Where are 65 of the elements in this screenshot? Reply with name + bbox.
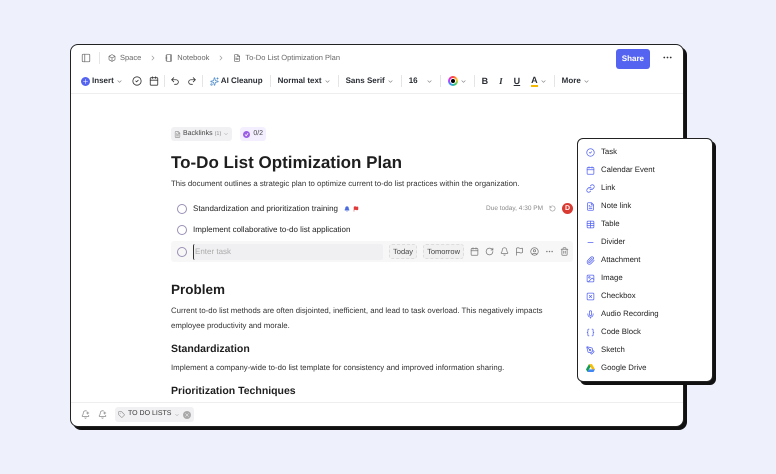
cube-icon xyxy=(108,54,116,62)
sparkle-icon xyxy=(210,76,219,86)
remove-icon[interactable] xyxy=(183,410,192,419)
more-dropdown[interactable]: More xyxy=(558,73,594,90)
caret-icon xyxy=(386,78,394,85)
pen-icon xyxy=(586,346,595,354)
bell-plus-icon[interactable] xyxy=(98,410,107,420)
bold-button[interactable]: B xyxy=(478,72,492,90)
flag-icon[interactable] xyxy=(515,247,524,256)
underline-button[interactable]: U xyxy=(510,72,524,90)
calendar-icon[interactable] xyxy=(148,76,159,86)
document-icon xyxy=(586,202,595,210)
caret-icon xyxy=(582,78,590,85)
undo-icon[interactable] xyxy=(170,76,180,86)
repeat-icon xyxy=(549,205,556,212)
caret-icon xyxy=(426,78,433,85)
text-style-dropdown[interactable]: Normal text xyxy=(274,73,335,90)
document-icon xyxy=(233,54,242,62)
task-label: Implement collaborative to-do list application xyxy=(193,224,350,236)
sidebar-toggle-icon[interactable] xyxy=(81,52,91,63)
ai-cleanup-button[interactable]: AI Cleanup xyxy=(206,73,267,90)
task-checkbox[interactable] xyxy=(177,224,187,235)
user-icon[interactable] xyxy=(530,247,539,256)
redo-icon[interactable] xyxy=(186,76,197,86)
repeat-icon[interactable] xyxy=(485,247,494,256)
check-circle-icon xyxy=(586,148,595,156)
braces-icon xyxy=(586,328,595,336)
task-input[interactable]: Enter task xyxy=(193,244,384,260)
check-circle-icon[interactable] xyxy=(132,76,142,86)
drive-icon xyxy=(586,364,595,372)
font-dropdown[interactable]: Sans Serif xyxy=(342,73,398,90)
bell-icon[interactable] xyxy=(500,247,509,256)
highlight-button[interactable]: A xyxy=(527,74,551,89)
tag-icon xyxy=(118,411,125,418)
caret-icon xyxy=(460,78,467,85)
notebook-icon xyxy=(165,54,174,62)
flag-icon xyxy=(352,206,359,212)
caret-icon xyxy=(174,412,180,418)
paperclip-icon xyxy=(586,256,595,264)
caret-icon xyxy=(223,131,230,138)
italic-button[interactable]: I xyxy=(495,72,507,90)
task-checkbox[interactable] xyxy=(177,246,187,257)
section-heading: Problem xyxy=(171,282,226,298)
subsection-heading: Prioritization Techniques xyxy=(171,385,297,398)
table-icon xyxy=(586,220,595,228)
link-icon xyxy=(586,184,595,192)
calendar-icon xyxy=(586,166,595,174)
image-icon xyxy=(586,274,595,282)
plus-icon xyxy=(81,76,90,86)
document-icon xyxy=(174,130,181,138)
task-label: Standardization and prioritization training xyxy=(193,202,338,215)
bell-plus-icon[interactable] xyxy=(81,410,90,420)
trash-icon[interactable] xyxy=(560,247,569,256)
task-checkbox[interactable] xyxy=(177,204,187,214)
checkbox-icon xyxy=(586,292,595,300)
microphone-icon xyxy=(586,310,595,318)
insert-button[interactable]: Insert xyxy=(77,73,127,90)
caret-icon xyxy=(324,78,331,85)
font-size-dropdown[interactable]: 16 xyxy=(404,73,437,90)
caret-icon xyxy=(116,78,123,85)
bell-icon xyxy=(344,206,350,212)
subsection-heading: Standardization xyxy=(171,343,251,356)
share-button[interactable]: Share xyxy=(616,49,650,70)
document-title: To-Do List Optimization Plan xyxy=(171,153,404,174)
caret-icon xyxy=(540,78,547,85)
